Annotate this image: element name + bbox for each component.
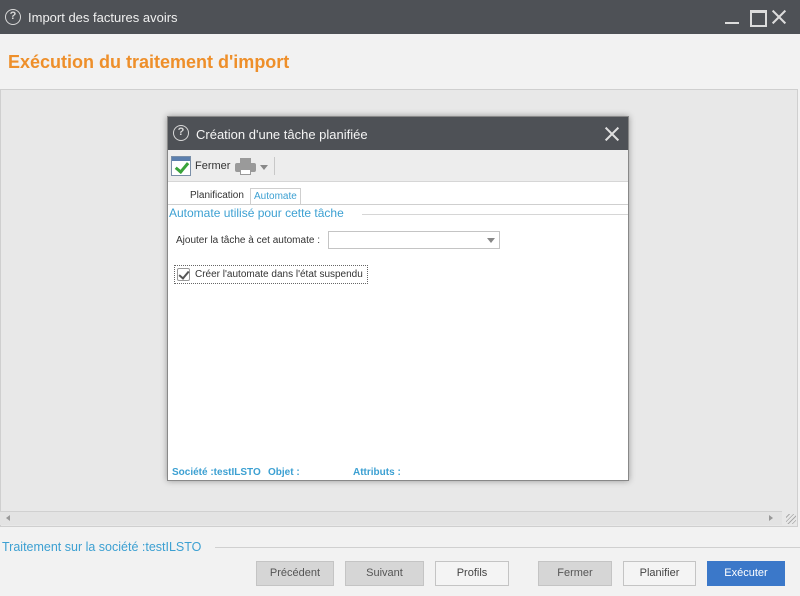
automate-section-title: Automate utilisé pour cette tâche — [169, 206, 344, 220]
horizontal-scrollbar[interactable] — [0, 511, 782, 525]
checkmark-window-icon — [171, 156, 191, 176]
tab-automate[interactable]: Automate — [250, 188, 301, 205]
previous-button[interactable]: Précédent — [256, 561, 334, 586]
schedule-button[interactable]: Planifier — [623, 561, 696, 586]
automate-select[interactable] — [328, 231, 500, 249]
scheduled-task-dialog: ? Création d'une tâche planifiée Fermer … — [167, 116, 629, 481]
execute-button[interactable]: Exécuter — [707, 561, 785, 586]
suspend-checkbox-row[interactable]: Créer l'automate dans l'état suspendu — [174, 265, 368, 284]
suspend-checkbox-label: Créer l'automate dans l'état suspendu — [195, 269, 363, 280]
dialog-title: Création d'une tâche planifiée — [196, 127, 368, 142]
close-button[interactable]: Fermer — [538, 561, 612, 586]
dialog-tabs: Planification Automate — [168, 183, 628, 205]
status-societe: Société :testILSTO — [172, 467, 261, 478]
footer-section-title: Traitement sur la société :testILSTO — [2, 540, 202, 554]
help-icon[interactable]: ? — [5, 9, 21, 25]
footer-section-divider — [215, 547, 800, 548]
close-icon[interactable] — [769, 7, 789, 27]
maximize-icon[interactable] — [747, 7, 767, 27]
resize-grip-icon[interactable] — [786, 514, 796, 524]
window-title: Import des factures avoirs — [28, 10, 178, 25]
page-title: Exécution du traitement d'import — [8, 52, 290, 72]
scroll-right-icon[interactable] — [769, 515, 773, 521]
printer-icon[interactable] — [235, 158, 257, 176]
suspend-checkbox[interactable] — [177, 268, 190, 281]
automate-field-label: Ajouter la tâche à cet automate : — [176, 235, 320, 246]
toolbar-close-label: Fermer — [195, 160, 231, 172]
minimize-icon[interactable] — [722, 7, 742, 27]
status-objet: Objet : — [268, 467, 300, 478]
next-button[interactable]: Suivant — [345, 561, 424, 586]
dialog-titlebar: ? Création d'une tâche planifiée — [168, 117, 628, 150]
tab-planification[interactable]: Planification — [187, 188, 247, 205]
toolbar-divider — [274, 157, 275, 175]
chevron-down-icon[interactable] — [260, 165, 268, 170]
automate-section-divider — [362, 214, 628, 215]
select-chevron-down-icon[interactable] — [487, 238, 495, 243]
scroll-left-icon[interactable] — [6, 515, 10, 521]
dialog-help-icon[interactable]: ? — [173, 125, 189, 141]
window-titlebar: ? Import des factures avoirs — [0, 0, 800, 34]
tabs-divider — [168, 204, 628, 205]
dialog-toolbar: Fermer — [168, 150, 628, 182]
status-attributs: Attributs : — [353, 467, 401, 478]
dialog-close-icon[interactable] — [602, 124, 622, 144]
profils-button[interactable]: Profils — [435, 561, 509, 586]
